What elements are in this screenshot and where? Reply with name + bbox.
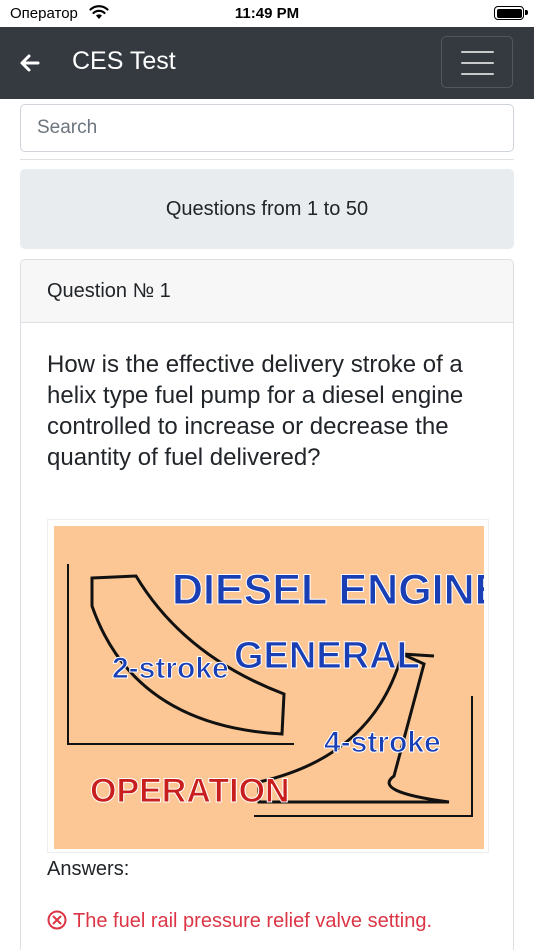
answers-label: Answers:	[47, 858, 130, 880]
image-subtitle: GENERAL	[234, 635, 420, 677]
clock: 11:49 PM	[234, 5, 300, 22]
image-label-left: 2-stroke	[112, 652, 229, 685]
image-label-right: 4-stroke	[324, 726, 441, 759]
hamburger-menu-icon	[461, 51, 494, 53]
page-title: CES Test	[72, 47, 176, 75]
arrow-left-icon[interactable]	[18, 51, 42, 75]
x-circle-icon	[47, 910, 67, 930]
hamburger-menu-icon	[461, 73, 494, 75]
menu-toggle-button[interactable]	[441, 36, 513, 88]
question-card: Question № 1 How is the effective delive…	[20, 259, 514, 950]
status-bar: Оператор 11:49 PM	[0, 0, 534, 27]
battery-icon	[494, 6, 528, 20]
hamburger-menu-icon	[461, 62, 494, 64]
question-range-label: Questions from 1 to 50	[165, 198, 369, 220]
question-header: Question № 1	[21, 260, 513, 323]
question-image: DIESEL ENGINES GENERAL 2-stroke 4-stroke…	[47, 519, 489, 853]
search-input[interactable]	[20, 104, 514, 152]
question-range-banner: Questions from 1 to 50	[20, 169, 514, 249]
question-text: How is the effective delivery stroke of …	[47, 351, 464, 471]
answer-option[interactable]: The fuel rail pressure relief valve sett…	[47, 910, 432, 933]
navbar: CES Test	[0, 27, 534, 99]
image-title: DIESEL ENGINES	[172, 566, 484, 614]
answer-text: The fuel rail pressure relief valve sett…	[73, 910, 433, 932]
image-label-bottom: OPERATION	[90, 772, 290, 810]
divider	[20, 159, 514, 160]
